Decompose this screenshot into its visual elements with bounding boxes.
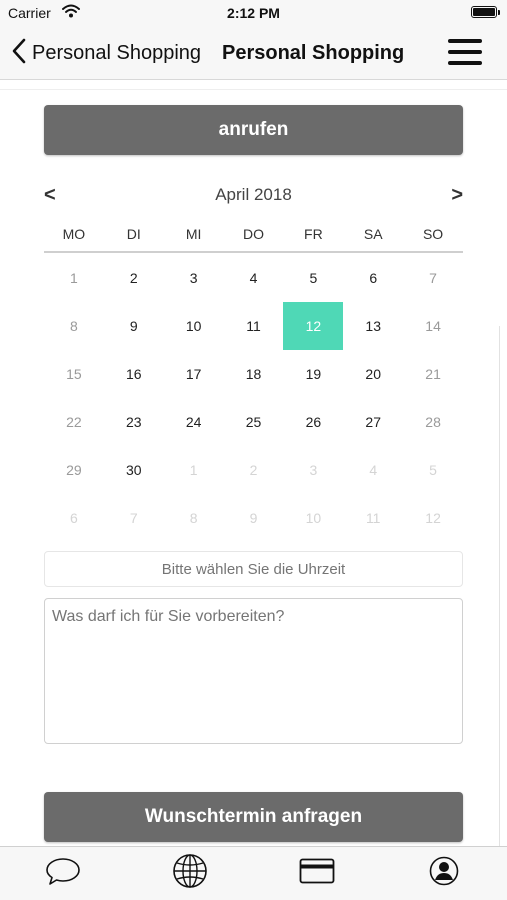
hamburger-menu-icon[interactable] [446, 38, 484, 68]
calendar-day[interactable]: 8 [164, 494, 224, 542]
chat-icon [45, 856, 81, 891]
calendar-day[interactable]: 30 [104, 446, 164, 494]
call-button[interactable]: anrufen [44, 105, 463, 155]
clock-label: 2:12 PM [227, 5, 280, 21]
calendar-day[interactable]: 7 [104, 494, 164, 542]
user-icon [429, 856, 459, 891]
calendar-day[interactable]: 12 [403, 494, 463, 542]
calendar-day[interactable]: 4 [224, 254, 284, 302]
tab-payment[interactable] [254, 847, 381, 900]
weekday-label: SO [422, 226, 444, 242]
battery-icon [471, 6, 500, 18]
calendar-day[interactable]: 19 [283, 350, 343, 398]
calendar-day[interactable]: 25 [224, 398, 284, 446]
calendar-day[interactable]: 11 [343, 494, 403, 542]
request-appointment-button[interactable]: Wunschtermin anfragen [44, 792, 463, 842]
calendar-day[interactable]: 7 [403, 254, 463, 302]
navigation-bar: Personal Shopping Personal Shopping [0, 26, 507, 80]
message-input[interactable] [44, 598, 463, 744]
calendar-grid: 1 2 3 4 5 6 7 8 9 10 11 12 13 14 15 16 17 18 19 20 21 22 23 24 2… [44, 254, 463, 542]
calendar-day-selected[interactable]: 12 [283, 302, 344, 350]
weekday-label: DO [243, 226, 264, 242]
calendar-month-label: April 2018 [215, 185, 292, 204]
tab-web[interactable] [127, 847, 254, 900]
calendar-day[interactable]: 9 [104, 302, 164, 350]
calendar-day[interactable]: 5 [283, 254, 343, 302]
chevron-left-icon [12, 38, 26, 69]
calendar-day[interactable]: 5 [403, 446, 463, 494]
back-button[interactable]: Personal Shopping [12, 38, 201, 68]
next-month-button[interactable]: > [451, 184, 463, 207]
calendar-day[interactable]: 28 [403, 398, 463, 446]
weekday-label: MO [62, 226, 86, 242]
calendar-day[interactable]: 20 [343, 350, 403, 398]
status-bar: Carrier 2:12 PM [0, 0, 507, 26]
weekday-label: MI [185, 226, 202, 242]
scrollbar[interactable] [499, 326, 500, 846]
tab-account[interactable] [380, 847, 507, 900]
weekday-header: MO DI MI DO FR SA SO [44, 226, 463, 253]
calendar-day[interactable]: 11 [224, 302, 284, 350]
calendar-day[interactable]: 29 [44, 446, 104, 494]
calendar-day[interactable]: 13 [343, 302, 403, 350]
weekday-label: SA [363, 226, 383, 242]
calendar-day[interactable]: 21 [403, 350, 463, 398]
calendar-day[interactable]: 2 [104, 254, 164, 302]
tab-bar [0, 846, 507, 900]
calendar-day[interactable]: 3 [283, 446, 343, 494]
calendar-day[interactable]: 26 [283, 398, 343, 446]
calendar-day[interactable]: 3 [164, 254, 224, 302]
calendar-header: < April 2018 > [44, 182, 463, 208]
back-button-label: Personal Shopping [32, 41, 202, 64]
calendar-day[interactable]: 27 [343, 398, 403, 446]
calendar-day[interactable]: 4 [343, 446, 403, 494]
calendar-day[interactable]: 18 [224, 350, 284, 398]
calendar-day[interactable]: 24 [164, 398, 224, 446]
calendar-day[interactable]: 1 [44, 254, 104, 302]
calendar-day[interactable]: 16 [104, 350, 164, 398]
calendar-day[interactable]: 9 [224, 494, 284, 542]
main-content: anrufen < April 2018 > MO DI MI DO FR SA… [0, 81, 507, 846]
weekday-label: FR [304, 226, 323, 242]
calendar-day[interactable]: 23 [104, 398, 164, 446]
calendar-day[interactable]: 22 [44, 398, 104, 446]
credit-card-icon [299, 858, 335, 889]
page-title: Personal Shopping [222, 42, 405, 64]
calendar-day[interactable]: 14 [403, 302, 463, 350]
calendar-day[interactable]: 2 [224, 446, 284, 494]
calendar-day[interactable]: 6 [44, 494, 104, 542]
calendar-day[interactable]: 10 [283, 494, 343, 542]
calendar-day[interactable]: 10 [164, 302, 224, 350]
tab-chat[interactable] [0, 847, 127, 900]
calendar-day[interactable]: 15 [44, 350, 104, 398]
globe-icon [172, 853, 208, 894]
calendar-day[interactable]: 17 [164, 350, 224, 398]
divider [0, 89, 507, 90]
time-select-input[interactable] [44, 551, 463, 587]
weekday-label: DI [126, 226, 141, 242]
calendar-day[interactable]: 8 [44, 302, 104, 350]
calendar-day[interactable]: 6 [343, 254, 403, 302]
calendar-day[interactable]: 1 [164, 446, 224, 494]
